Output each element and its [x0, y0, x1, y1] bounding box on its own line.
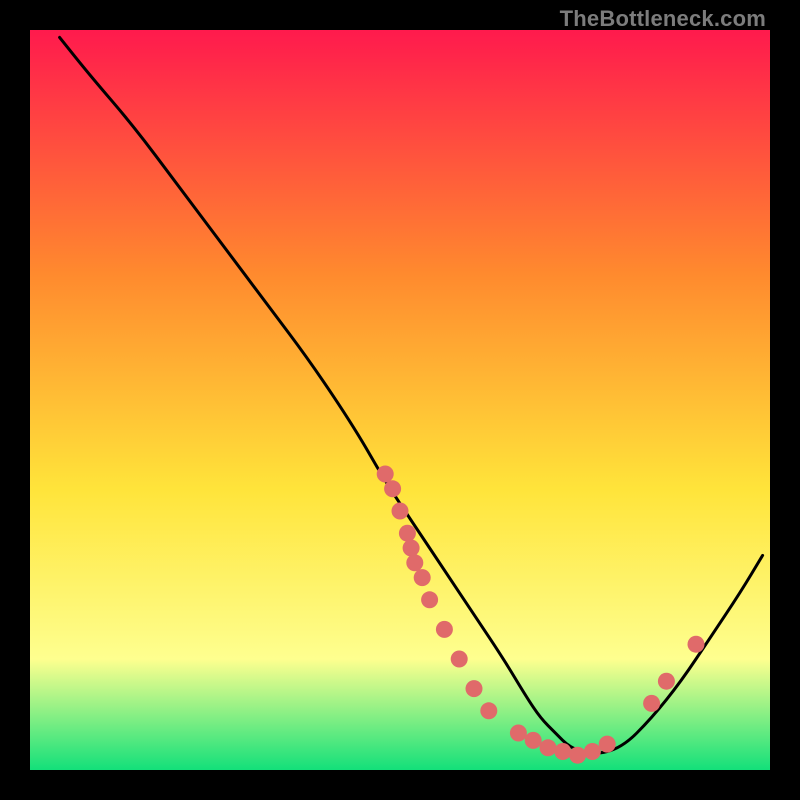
data-point — [406, 554, 423, 571]
data-point — [688, 636, 705, 653]
data-point — [525, 732, 542, 749]
data-point — [540, 739, 557, 756]
data-point — [384, 480, 401, 497]
data-point — [451, 651, 468, 668]
data-point — [480, 702, 497, 719]
data-point — [414, 569, 431, 586]
data-point — [510, 725, 527, 742]
data-point — [584, 743, 601, 760]
gradient-background — [30, 30, 770, 770]
data-point — [421, 591, 438, 608]
data-point — [643, 695, 660, 712]
data-point — [436, 621, 453, 638]
data-point — [403, 540, 420, 557]
watermark: TheBottleneck.com — [560, 6, 766, 32]
data-point — [399, 525, 416, 542]
data-point — [392, 503, 409, 520]
data-point — [569, 747, 586, 764]
data-point — [599, 736, 616, 753]
bottleneck-chart — [30, 30, 770, 770]
data-point — [554, 743, 571, 760]
data-point — [377, 466, 394, 483]
chart-frame — [30, 30, 770, 770]
data-point — [658, 673, 675, 690]
data-point — [466, 680, 483, 697]
